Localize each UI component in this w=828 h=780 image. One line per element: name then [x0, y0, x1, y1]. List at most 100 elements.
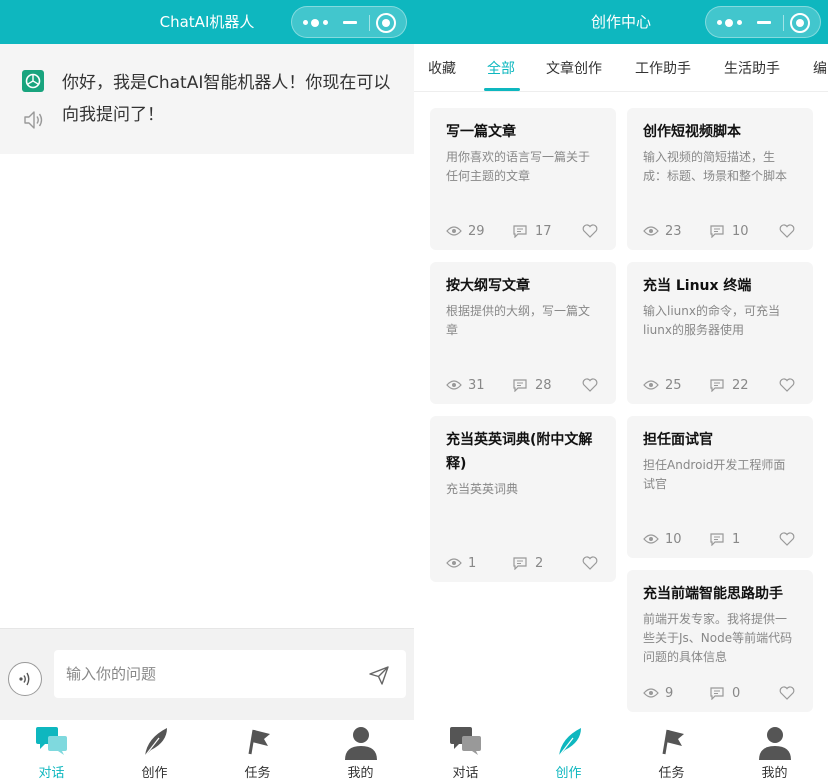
- user-icon: [343, 724, 379, 760]
- card-stats: 31 28: [446, 377, 600, 395]
- view-count-value: 23: [665, 224, 682, 239]
- heart-icon[interactable]: [779, 686, 795, 700]
- voice-input-button[interactable]: [8, 662, 42, 696]
- view-count-value: 29: [468, 224, 485, 239]
- create-titlebar: 创作中心: [414, 0, 828, 44]
- tab-task[interactable]: 任务: [620, 720, 723, 780]
- card-stats: 9 0: [643, 685, 797, 703]
- category-more[interactable]: 编: [813, 58, 827, 78]
- bottom-tabbar: 对话 创作 任务 我的: [0, 720, 414, 780]
- tab-mine[interactable]: 我的: [723, 720, 826, 780]
- prompt-card[interactable]: 担任面试官 担任Android开发工程师面试官 10 1: [627, 416, 813, 558]
- category-active-indicator: [484, 88, 520, 91]
- comment-icon: [710, 379, 724, 392]
- comment-count-value: 1: [732, 532, 741, 547]
- eye-icon: [643, 380, 659, 390]
- card-stats: 25 22: [643, 377, 797, 395]
- card-title: 充当英英词典(附中文解释): [446, 432, 593, 472]
- card-description: 用你喜欢的语言写一篇关于任何主题的文章: [446, 150, 591, 183]
- minimize-icon[interactable]: [343, 21, 357, 24]
- tab-chat-label: 对话: [452, 766, 479, 780]
- card-title: 创作短视频脚本: [643, 124, 741, 140]
- card-title: 充当 Linux 终端: [643, 278, 752, 294]
- prompt-card[interactable]: 充当 Linux 终端 输入liunx的命令，可充当liunx的服务器使用 25…: [627, 262, 813, 404]
- card-title: 担任面试官: [643, 432, 713, 448]
- tab-task-label: 任务: [658, 766, 685, 780]
- mini-program-capsule: [291, 6, 407, 38]
- eye-icon: [446, 226, 462, 236]
- question-input[interactable]: 输入你的问题: [54, 650, 406, 698]
- comment-count-value: 2: [535, 556, 544, 571]
- eye-icon: [643, 534, 659, 544]
- comment-icon: [513, 557, 527, 570]
- tab-create-label: 创作: [141, 766, 168, 780]
- chat-screen: ChatAI机器人 你好，我是ChatAI智能机器人！你现在可以向我提问了！ 输…: [0, 0, 414, 780]
- heart-icon[interactable]: [582, 556, 598, 570]
- comment-icon: [710, 225, 724, 238]
- tab-task[interactable]: 任务: [206, 720, 309, 780]
- prompt-card[interactable]: 充当英英词典(附中文解释) 充当英英词典 1 2: [430, 416, 616, 582]
- heart-icon[interactable]: [779, 378, 795, 392]
- tab-chat[interactable]: 对话: [414, 720, 517, 780]
- eye-icon: [643, 226, 659, 236]
- comment-count-value: 10: [732, 224, 749, 239]
- tab-create-label: 创作: [555, 766, 582, 780]
- minimize-icon[interactable]: [757, 21, 771, 24]
- card-stats: 23 10: [643, 223, 797, 241]
- tab-mine-label: 我的: [347, 766, 374, 780]
- comment-icon: [513, 379, 527, 392]
- feather-icon: [137, 724, 173, 760]
- view-count-value: 31: [468, 378, 485, 393]
- tab-create[interactable]: 创作: [517, 720, 620, 780]
- chat-titlebar: ChatAI机器人: [0, 0, 414, 44]
- eye-icon: [643, 688, 659, 698]
- prompt-card[interactable]: 按大纲写文章 根据提供的大纲，写一篇文章 31 28: [430, 262, 616, 404]
- prompt-card[interactable]: 写一篇文章 用你喜欢的语言写一篇关于任何主题的文章 29 17: [430, 108, 616, 250]
- heart-icon[interactable]: [582, 378, 598, 392]
- view-count-value: 25: [665, 378, 682, 393]
- tab-chat-label: 对话: [38, 766, 65, 780]
- heart-icon[interactable]: [582, 224, 598, 238]
- category-article[interactable]: 文章创作: [546, 58, 602, 78]
- tab-chat[interactable]: 对话: [0, 720, 103, 780]
- flag-icon: [654, 724, 690, 760]
- bot-message-text: 你好，我是ChatAI智能机器人！你现在可以向我提问了！: [62, 73, 391, 125]
- chatgpt-logo-icon: [22, 70, 44, 92]
- category-all[interactable]: 全部: [487, 58, 515, 78]
- card-stats: 1 2: [446, 555, 600, 573]
- card-description: 前端开发专家。我将提供一些关于Js、Node等前端代码问题的具体信息: [643, 612, 793, 664]
- tab-task-label: 任务: [244, 766, 271, 780]
- chat-icon: [34, 724, 70, 760]
- comment-icon: [513, 225, 527, 238]
- card-title: 充当前端智能思路助手: [643, 586, 783, 602]
- card-title: 写一篇文章: [446, 124, 516, 140]
- prompt-card[interactable]: 充当前端智能思路助手 前端开发专家。我将提供一些关于Js、Node等前端代码问题…: [627, 570, 813, 712]
- comment-count-value: 17: [535, 224, 552, 239]
- tab-mine[interactable]: 我的: [309, 720, 412, 780]
- view-count-value: 9: [665, 686, 674, 701]
- more-icon[interactable]: [303, 16, 337, 30]
- category-life[interactable]: 生活助手: [724, 58, 780, 78]
- card-description: 输入视频的简短描述，生成：标题、场景和整个脚本: [643, 150, 788, 183]
- send-icon[interactable]: [368, 664, 390, 686]
- user-icon: [757, 724, 793, 760]
- heart-icon[interactable]: [779, 224, 795, 238]
- tab-create[interactable]: 创作: [103, 720, 206, 780]
- comment-count-value: 28: [535, 378, 552, 393]
- category-work[interactable]: 工作助手: [635, 58, 691, 78]
- category-favorites[interactable]: 收藏: [428, 58, 456, 78]
- bottom-tabbar: 对话 创作 任务 我的: [414, 720, 828, 780]
- eye-icon: [446, 380, 462, 390]
- close-target-icon[interactable]: [376, 13, 396, 33]
- question-input-placeholder: 输入你的问题: [66, 665, 157, 683]
- view-count-value: 10: [665, 532, 682, 547]
- speaker-icon[interactable]: [22, 108, 46, 132]
- flag-icon: [240, 724, 276, 760]
- card-stats: 10 1: [643, 531, 797, 549]
- more-icon[interactable]: [717, 16, 751, 30]
- close-target-icon[interactable]: [790, 13, 810, 33]
- prompt-card[interactable]: 创作短视频脚本 输入视频的简短描述，生成：标题、场景和整个脚本 23 10: [627, 108, 813, 250]
- heart-icon[interactable]: [779, 532, 795, 546]
- card-description: 担任Android开发工程师面试官: [643, 458, 786, 491]
- create-screen: 创作中心 收藏 全部 文章创作 工作助手 生活助手 编 写一篇文章 用你喜欢的语…: [414, 0, 828, 780]
